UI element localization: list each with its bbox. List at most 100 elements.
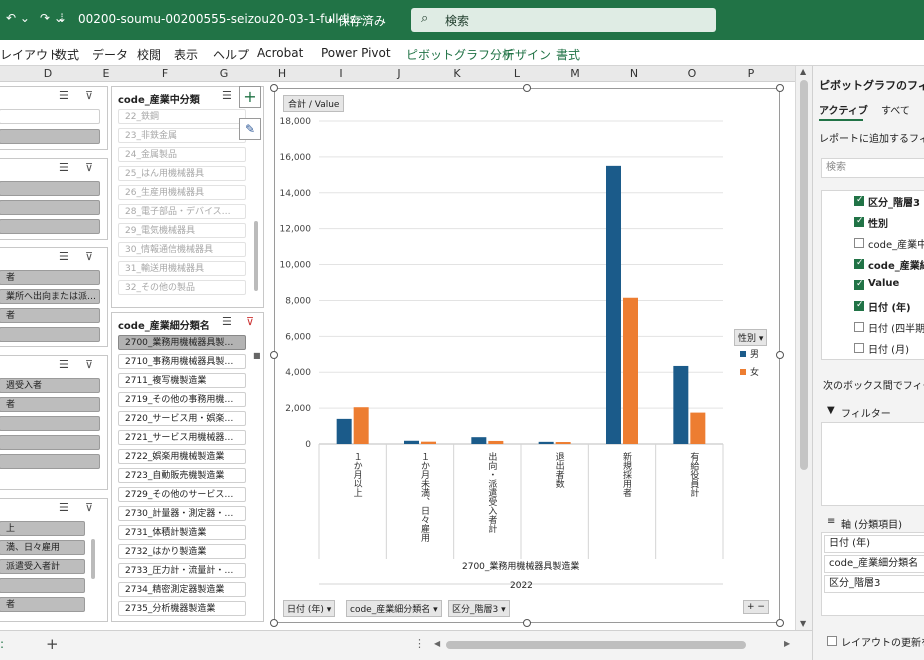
search-box[interactable]: ⌕ 検索	[411, 8, 716, 32]
clear-filter-icon[interactable]: ⊽	[246, 315, 254, 328]
col-header[interactable]: K	[447, 67, 467, 80]
clear-filter-icon[interactable]: ⊽	[85, 250, 93, 263]
field-label[interactable]: 日付 (年)	[868, 299, 911, 314]
multi-select-icon[interactable]: ☰	[59, 161, 69, 174]
resize-handle[interactable]	[270, 351, 278, 359]
scroll-up-icon[interactable]: ■	[253, 351, 261, 360]
tab-all[interactable]: すべて	[881, 102, 910, 117]
slicer-item[interactable]	[0, 129, 100, 144]
slicer-item[interactable]: 2732_はかり製造業	[118, 544, 246, 559]
col-header[interactable]: N	[624, 67, 644, 80]
slicer-scrollbar[interactable]	[91, 539, 95, 579]
slicer-item[interactable]	[0, 435, 100, 450]
slicer-item[interactable]	[0, 219, 100, 234]
slicer-item[interactable]	[0, 200, 100, 215]
tab-acrobat[interactable]: Acrobat	[257, 46, 303, 60]
slicer-item[interactable]: 業所へ出向または派…	[0, 289, 100, 304]
scroll-down-icon[interactable]: ▼	[800, 619, 806, 628]
slicer-item[interactable]: 24_金属製品	[118, 147, 246, 162]
slicer-item[interactable]: 2729_その他のサービス…	[118, 487, 246, 502]
field-label[interactable]: 区分_階層3	[868, 194, 920, 209]
slicer-item[interactable]: 上	[0, 521, 85, 536]
legend-field-button[interactable]: 性別 ▾	[734, 329, 768, 346]
redo-icon[interactable]: ↶ ⌄	[6, 11, 30, 25]
tab-formulas[interactable]: 数式	[55, 46, 79, 63]
slicer-item[interactable]	[0, 181, 100, 196]
col-header[interactable]: G	[214, 67, 234, 80]
col-header[interactable]: I	[331, 67, 351, 80]
axis-field-item[interactable]: code_産業細分類名	[824, 555, 924, 573]
axis-area[interactable]: 日付 (年) code_産業細分類名 区分_階層3	[821, 532, 924, 616]
slicer-item[interactable]: 23_非鉄金属	[118, 128, 246, 143]
slicer-item[interactable]: 2731_体積計製造業	[118, 525, 246, 540]
slicer-item[interactable]: 者	[0, 270, 100, 285]
sheet-tab-fragment[interactable]: :	[0, 637, 4, 651]
resize-handle[interactable]	[776, 351, 784, 359]
resize-handle[interactable]	[270, 84, 278, 92]
clear-filter-icon[interactable]: ⊽	[85, 89, 93, 102]
slicer-item[interactable]: 2710_事務用機械器具製…	[118, 354, 246, 369]
col-header[interactable]: J	[389, 67, 409, 80]
horizontal-scroll-thumb[interactable]	[446, 641, 746, 649]
slicer-item[interactable]: 32_その他の製品	[118, 280, 246, 295]
quick-access-icon[interactable]: ⇣	[57, 11, 67, 25]
tab-layout[interactable]: レイアウト	[0, 46, 60, 63]
save-status[interactable]: • 保存済み	[327, 12, 386, 29]
scroll-thumb[interactable]	[800, 80, 808, 470]
slicer-item[interactable]: 2719_その他の事務用機…	[118, 392, 246, 407]
axis-field-item[interactable]: 区分_階層3	[824, 575, 924, 593]
checkbox-field-2[interactable]	[854, 238, 864, 248]
col-header[interactable]: L	[507, 67, 527, 80]
slicer-item[interactable]: 26_生産用機械器具	[118, 185, 246, 200]
defer-update-checkbox[interactable]	[827, 636, 837, 646]
multi-select-icon[interactable]: ☰	[222, 315, 232, 328]
checkbox-field-4[interactable]	[854, 279, 864, 290]
col-header[interactable]: E	[96, 67, 116, 80]
file-name[interactable]: 00200-soumu-00200555-seizou20-03-1-full-…	[78, 12, 367, 26]
slicer-item[interactable]: 2734_精密測定器製造業	[118, 582, 246, 597]
slicer-item[interactable]: 2720_サービス用・娯楽…	[118, 411, 246, 426]
axis-field-button-industry[interactable]: code_産業細分類名 ▾	[346, 600, 442, 617]
tab-design[interactable]: デザイン	[503, 46, 551, 63]
multi-select-icon[interactable]: ☰	[59, 89, 69, 102]
scroll-left-icon[interactable]: ◀	[434, 639, 440, 648]
slicer-item[interactable]: 2711_複写機製造業	[118, 373, 246, 388]
slicer-item[interactable]: 29_電気機械器具	[118, 223, 246, 238]
scroll-up-icon[interactable]: ▲	[800, 67, 806, 76]
col-header[interactable]: M	[565, 67, 585, 80]
slicer-item[interactable]: 28_電子部品・デバイス…	[118, 204, 246, 219]
checkbox-field-6[interactable]	[854, 322, 864, 332]
multi-select-icon[interactable]: ☰	[222, 89, 232, 102]
tab-power-pivot[interactable]: Power Pivot	[321, 46, 391, 60]
axis-field-item[interactable]: 日付 (年)	[824, 535, 924, 553]
slicer-item[interactable]: 30_情報通信機械器具	[118, 242, 246, 257]
axis-field-button-year[interactable]: 日付 (年) ▾	[283, 600, 336, 617]
tab-format[interactable]: 書式	[556, 46, 580, 63]
slicer-item[interactable]: 2730_計量器・測定器・…	[118, 506, 246, 521]
vertical-scrollbar[interactable]: ▲ ▼	[795, 66, 812, 630]
checkbox-field-3[interactable]	[854, 258, 864, 269]
slicer-item[interactable]: 2723_自動販売機製造業	[118, 468, 246, 483]
slicer-item[interactable]: 2733_圧力計・流量計・…	[118, 563, 246, 578]
field-label[interactable]: Value	[868, 278, 899, 289]
slicer-item[interactable]	[0, 578, 85, 593]
slicer-item[interactable]: 者	[0, 597, 85, 612]
tab-review[interactable]: 校閲	[137, 46, 161, 63]
clear-filter-icon[interactable]: ⊽	[85, 161, 93, 174]
field-label[interactable]: 日付 (月)	[868, 341, 909, 356]
slicer-item[interactable]: 2722_娯楽用機械製造業	[118, 449, 246, 464]
col-header[interactable]: H	[272, 67, 292, 80]
more-icon[interactable]: ⋮	[414, 637, 425, 650]
slicer-item[interactable]: 派遣受入者計	[0, 559, 85, 574]
slicer-industry-detail[interactable]: code_産業細分類名 ☰ ⊽ 2700_業務用機械器具製… 2710_事務用機…	[111, 312, 264, 622]
col-header[interactable]: P	[741, 67, 761, 80]
multi-select-icon[interactable]: ☰	[59, 358, 69, 371]
tab-data[interactable]: データ	[92, 46, 128, 63]
multi-select-icon[interactable]: ☰	[59, 501, 69, 514]
chart-elements-button[interactable]: +	[239, 86, 261, 108]
pivot-chart[interactable]: 合計 / Value 0 2,000 4,000 6,000 8,000 10,000 12…	[274, 88, 780, 623]
resize-handle[interactable]	[523, 619, 531, 627]
slicer-left-3[interactable]: ☰ ⊽ 者 業所へ出向または派… 者	[0, 247, 108, 347]
col-header[interactable]: F	[155, 67, 175, 80]
filters-area[interactable]	[821, 422, 924, 506]
